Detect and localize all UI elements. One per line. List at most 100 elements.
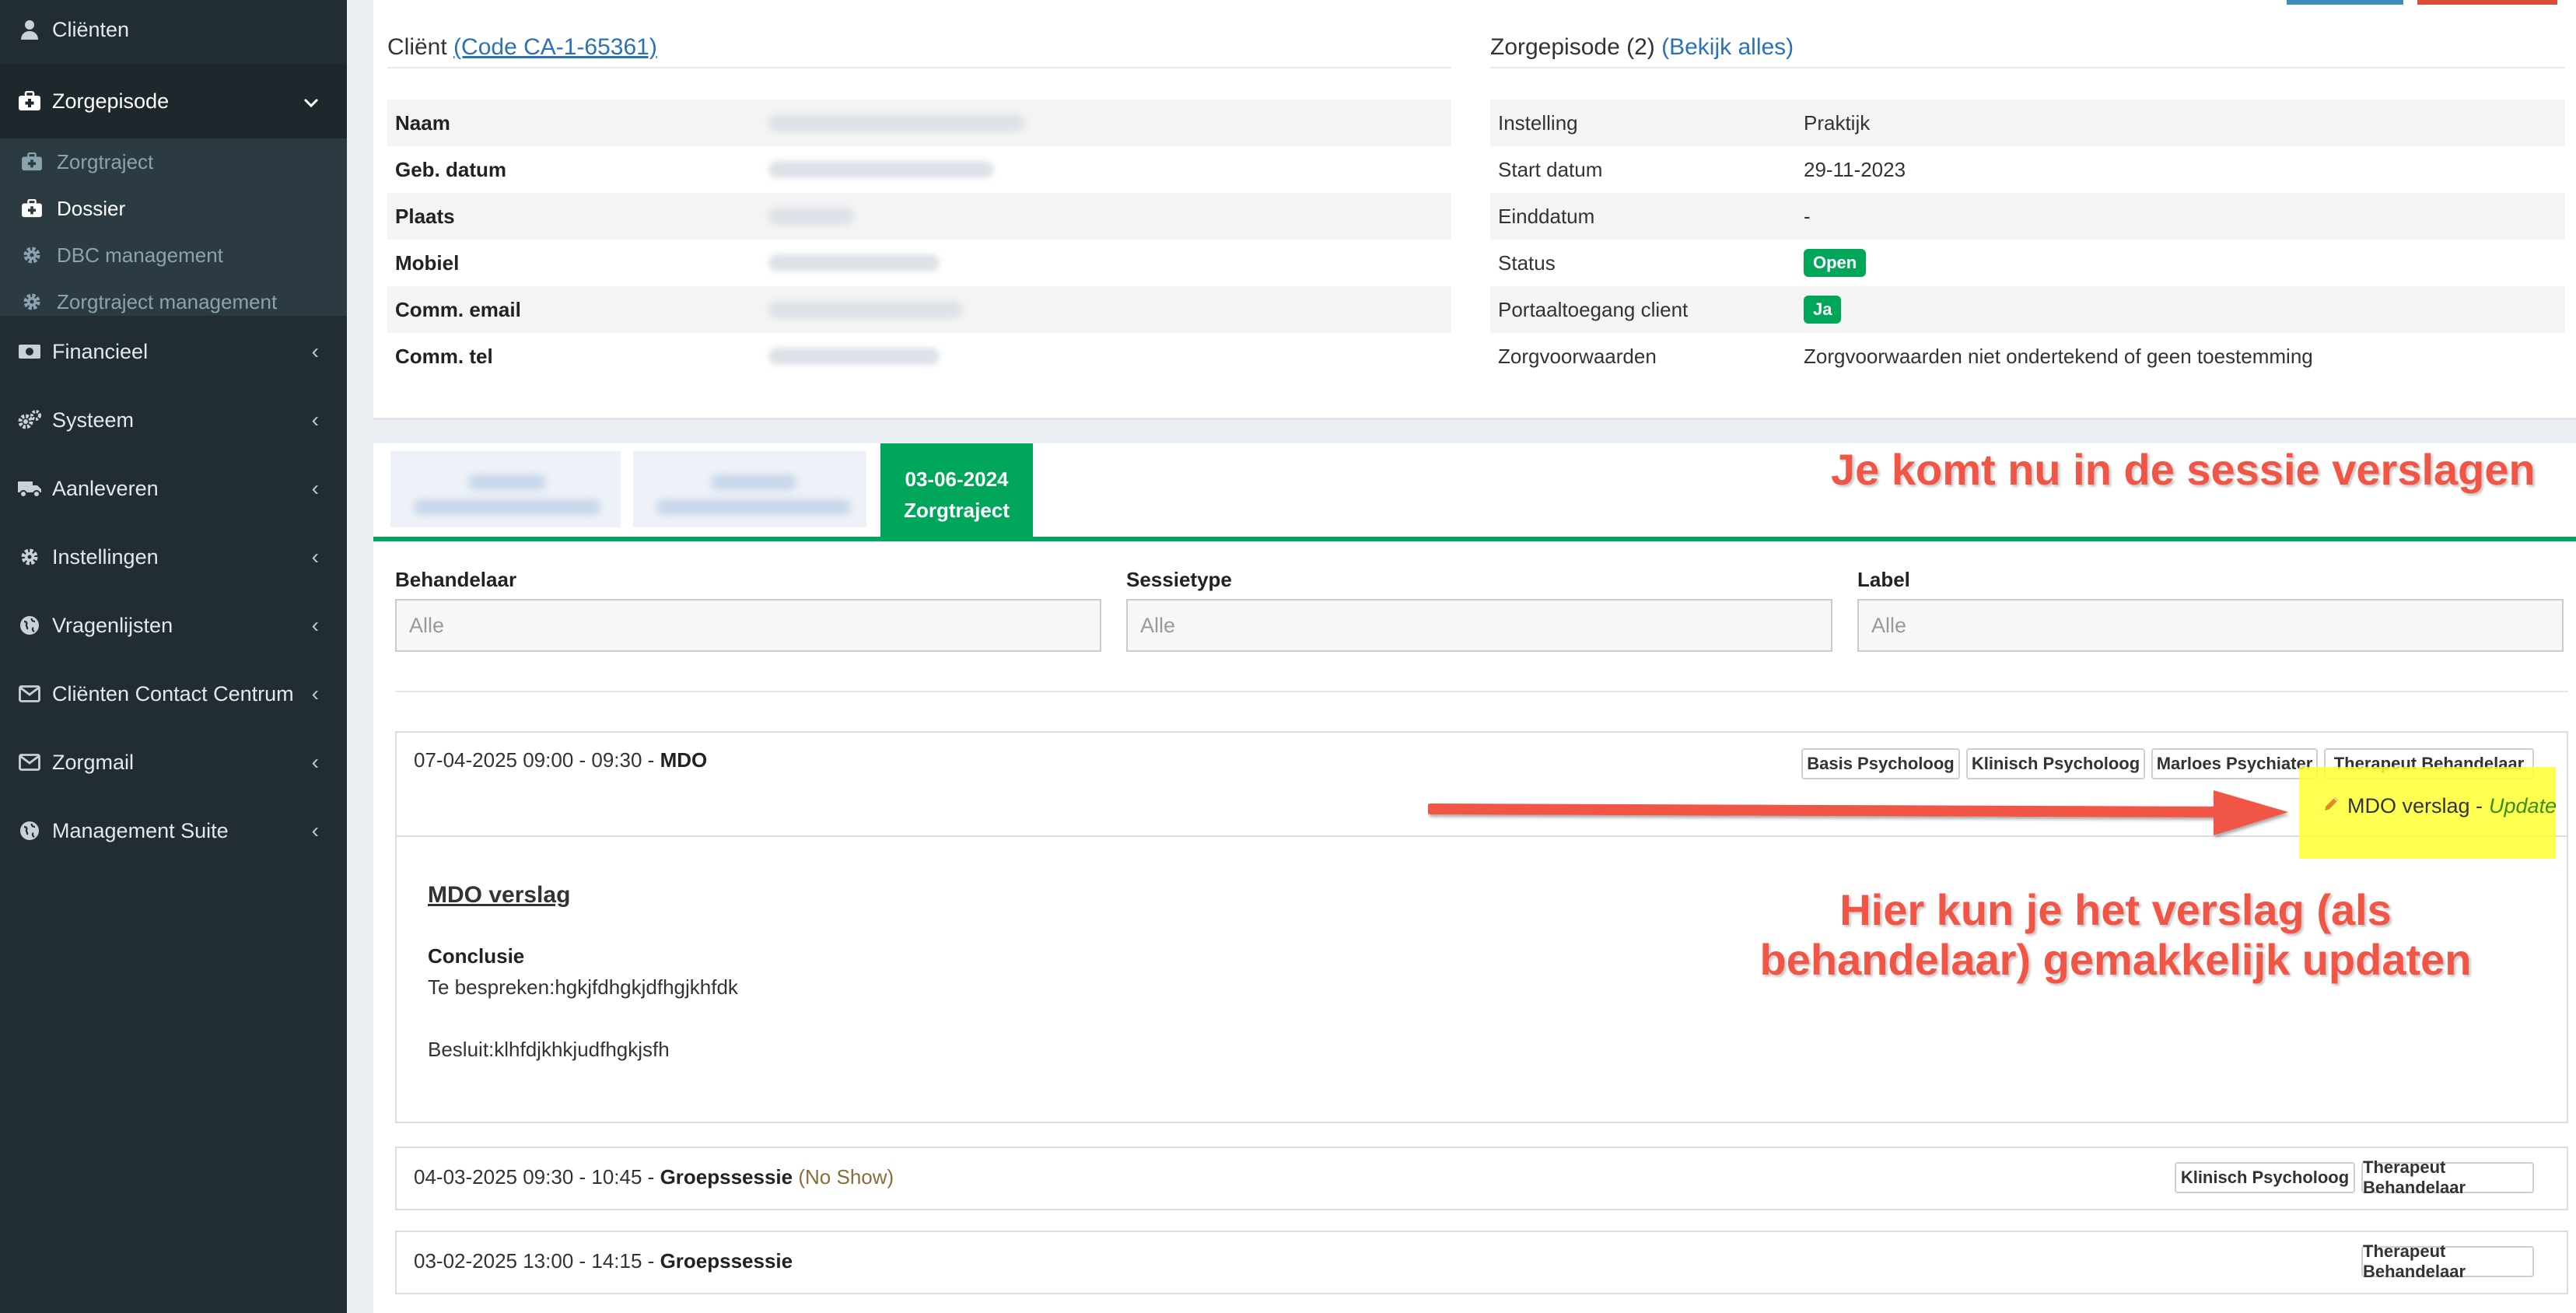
sidebar-item-clienten[interactable]: Cliënten bbox=[0, 0, 347, 64]
practitioner-tag: Klinisch Psycholoog bbox=[2175, 1162, 2355, 1193]
sidebar-item-zorgmail[interactable]: Zorgmail ‹ bbox=[0, 728, 347, 797]
portal-access-badge: Ja bbox=[1804, 296, 1842, 324]
status-badge: Open bbox=[1804, 249, 1867, 277]
client-row-naam: Naam bbox=[387, 100, 1451, 146]
briefcase-medical-icon bbox=[20, 150, 44, 173]
no-show-status: (No Show) bbox=[798, 1165, 894, 1189]
report-conclusion-heading: Conclusie bbox=[428, 944, 525, 968]
client-section-title: Cliënt (Code CA-1-65361) bbox=[387, 34, 657, 60]
filters-divider bbox=[395, 691, 2568, 692]
session-card: 03-02-2025 13:00 - 14:15 - Groepssessie … bbox=[395, 1231, 2568, 1294]
client-row-comm-email: Comm. email bbox=[387, 286, 1451, 333]
episode-row-zorgvoorwaarden: Zorgvoorwaarden Zorgvoorwaarden niet ond… bbox=[1498, 344, 2313, 368]
sidebar-item-management-suite[interactable]: Management Suite ‹ bbox=[0, 797, 347, 865]
client-title-divider bbox=[387, 67, 1451, 68]
client-code-link[interactable]: (Code CA-1-65361) bbox=[453, 34, 657, 60]
chevron-left-icon: ‹ bbox=[311, 544, 319, 569]
redacted-value bbox=[768, 301, 963, 318]
episode-row-status: Status Open bbox=[1490, 240, 2565, 286]
filter-label-select[interactable]: Alle bbox=[1857, 599, 2564, 652]
session-header[interactable]: 03-02-2025 13:00 - 14:15 - Groepssessie bbox=[414, 1249, 793, 1273]
session-header[interactable]: 04-03-2025 09:30 - 10:45 - Groepssessie … bbox=[414, 1165, 894, 1189]
sidebar-item-financieel[interactable]: Financieel ‹ bbox=[0, 317, 347, 386]
envelope-icon bbox=[17, 750, 42, 775]
tab-zorgtraject-active[interactable]: 03-06-2024 Zorgtraject bbox=[880, 443, 1033, 538]
briefcase-medical-icon bbox=[20, 197, 44, 220]
practitioner-tag: Basis Psycholoog bbox=[1801, 748, 1960, 779]
chevron-left-icon: ‹ bbox=[311, 750, 319, 774]
redacted-value bbox=[768, 208, 854, 225]
practitioner-tag: Marloes Psychiater bbox=[2151, 748, 2318, 779]
globe-icon bbox=[17, 613, 42, 638]
client-row-geb-datum: Geb. datum bbox=[387, 146, 1451, 193]
top-action-button[interactable] bbox=[2287, 0, 2403, 5]
episode-section-title: Zorgepisode (2) (Bekijk alles) bbox=[1490, 34, 1794, 60]
chevron-down-icon bbox=[303, 89, 319, 114]
sidebar-item-clienten-contact-centrum[interactable]: Cliënten Contact Centrum ‹ bbox=[0, 660, 347, 728]
episode-title-divider bbox=[1490, 67, 2565, 68]
sidebar-item-systeem[interactable]: Systeem ‹ bbox=[0, 386, 347, 454]
sessions-box: 03-06-2024 Zorgtraject Je komt nu in de … bbox=[373, 443, 2576, 1313]
tab-redacted-1[interactable] bbox=[390, 451, 621, 527]
pencil-icon bbox=[2322, 793, 2341, 818]
truck-icon bbox=[17, 476, 42, 501]
episode-row-portaaltoegang: Portaaltoegang client Ja bbox=[1490, 286, 2565, 333]
session-card: 04-03-2025 09:30 - 10:45 - Groepssessie … bbox=[395, 1147, 2568, 1210]
money-icon bbox=[17, 339, 42, 364]
client-row-mobiel: Mobiel bbox=[387, 240, 1451, 286]
annotation-arrow-icon bbox=[1428, 790, 2288, 835]
chevron-left-icon: ‹ bbox=[311, 613, 319, 637]
chevron-left-icon: ‹ bbox=[311, 408, 319, 432]
cog-icon bbox=[20, 290, 44, 313]
tab-redacted-2[interactable] bbox=[633, 451, 866, 527]
report-line: Te bespreken:hgkjfdhgkjdfhgjkhfdk bbox=[428, 975, 738, 999]
view-all-link[interactable]: (Bekijk alles) bbox=[1661, 34, 1794, 60]
filter-sessietype-select[interactable]: Alle bbox=[1126, 599, 1832, 652]
practitioner-tag: Therapeut Behandelaar bbox=[2361, 1157, 2534, 1197]
chevron-left-icon: ‹ bbox=[311, 339, 319, 363]
client-row-plaats: Plaats bbox=[387, 193, 1451, 240]
gears-icon bbox=[17, 408, 42, 432]
redacted-value bbox=[768, 254, 940, 271]
cog-icon bbox=[17, 544, 42, 569]
filter-label-behandelaar: Behandelaar bbox=[395, 568, 517, 591]
redacted-value bbox=[768, 348, 940, 365]
episode-row-instelling: Instelling Praktijk bbox=[1490, 100, 2565, 146]
filter-label-label: Label bbox=[1857, 568, 1910, 591]
annotation-middle: Hier kun je het verslag (als behandelaar… bbox=[1759, 884, 2473, 985]
zorgepisode-submenu: Zorgtraject Dossier DBC management Zorgt… bbox=[0, 138, 347, 316]
redacted-value bbox=[768, 114, 1025, 131]
report-title: MDO verslag bbox=[428, 882, 571, 908]
sidebar-item-aanleveren[interactable]: Aanleveren ‹ bbox=[0, 454, 347, 523]
chevron-left-icon: ‹ bbox=[311, 476, 319, 500]
globe-icon bbox=[17, 818, 42, 843]
sidebar-item-zorgepisode[interactable]: Zorgepisode bbox=[0, 64, 347, 138]
filter-behandelaar-select[interactable]: Alle bbox=[395, 599, 1101, 652]
practitioner-tag: Klinisch Psycholoog bbox=[1966, 748, 2145, 779]
top-delete-button[interactable] bbox=[2417, 0, 2557, 5]
sidebar-subitem-dbc-management[interactable]: DBC management bbox=[0, 232, 347, 278]
sidebar: Cliënten Zorgepisode Zorgtraject Dossier bbox=[0, 0, 347, 1313]
episode-row-einddatum: Einddatum - bbox=[1490, 193, 2565, 240]
report-line: Besluit:klhfdjkhkjudfhgkjsfh bbox=[428, 1038, 670, 1061]
session-header[interactable]: 07-04-2025 09:00 - 09:30 - MDO bbox=[414, 748, 707, 772]
chevron-left-icon: ‹ bbox=[311, 681, 319, 706]
user-icon bbox=[17, 17, 42, 42]
client-overview-box: Cliënt (Code CA-1-65361) Naam Geb. datum… bbox=[373, 0, 2576, 420]
filter-label-sessietype: Sessietype bbox=[1126, 568, 1232, 591]
annotation-top: Je komt nu in de sessie verslagen bbox=[1830, 444, 2536, 495]
sidebar-subitem-dossier[interactable]: Dossier bbox=[0, 185, 347, 232]
chevron-left-icon: ‹ bbox=[311, 818, 319, 842]
briefcase-medical-icon bbox=[17, 89, 42, 114]
tab-underline bbox=[373, 537, 2576, 541]
client-row-comm-tel: Comm. tel bbox=[387, 333, 1451, 380]
episode-row-start-datum: Start datum 29-11-2023 bbox=[1498, 157, 1906, 181]
sidebar-item-instellingen[interactable]: Instellingen ‹ bbox=[0, 523, 347, 591]
mdo-update-link[interactable]: MDO verslag - Update bbox=[2322, 793, 2557, 818]
redacted-value bbox=[768, 161, 994, 178]
practitioner-tag: Therapeut Behandelaar bbox=[2361, 1241, 2534, 1281]
sidebar-subitem-zorgtraject[interactable]: Zorgtraject bbox=[0, 138, 347, 185]
envelope-icon bbox=[17, 681, 42, 706]
sidebar-item-vragenlijsten[interactable]: Vragenlijsten ‹ bbox=[0, 591, 347, 660]
cog-icon bbox=[20, 243, 44, 267]
